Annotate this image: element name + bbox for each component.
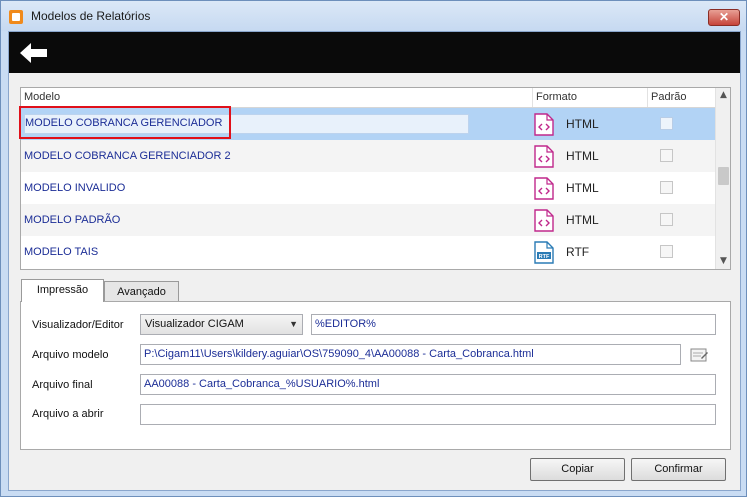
model-name-cell[interactable]: MODELO PADRÃO: [24, 204, 120, 236]
column-header-formato[interactable]: Formato: [533, 88, 648, 107]
html-file-icon: [534, 209, 554, 232]
grid-scrollbar[interactable]: ▲ ▼: [715, 88, 730, 269]
viewer-select-value: Visualizador CIGAM: [145, 318, 244, 330]
open-file-field[interactable]: [140, 404, 716, 425]
column-header-padrao[interactable]: Padrão: [648, 88, 715, 107]
tab-impressao[interactable]: Impressão: [21, 279, 104, 302]
format-cell: HTML: [566, 117, 599, 131]
table-row[interactable]: MODELO INVALIDO HTML: [21, 172, 715, 204]
app-icon: [9, 10, 23, 24]
viewer-select[interactable]: Visualizador CIGAM ▼: [140, 314, 303, 335]
rtf-file-icon: RTF: [534, 241, 554, 264]
column-header-modelo[interactable]: Modelo: [21, 88, 533, 107]
chevron-down-icon: ▼: [289, 319, 298, 329]
highlight-box: [19, 106, 231, 139]
viewer-param-field[interactable]: %EDITOR%: [311, 314, 716, 335]
title-bar[interactable]: Modelos de Relatórios ✕: [1, 1, 746, 31]
browse-file-icon[interactable]: [689, 346, 709, 364]
confirm-button[interactable]: Confirmar: [631, 458, 726, 481]
model-file-label: Arquivo modelo: [32, 349, 109, 361]
model-name-cell[interactable]: MODELO COBRANCA GERENCIADOR 2: [24, 140, 231, 172]
html-file-icon: [534, 145, 554, 168]
table-row[interactable]: MODELO PADRÃO HTML: [21, 204, 715, 236]
model-file-field[interactable]: P:\Cigam11\Users\kildery.aguiar\OS\75909…: [140, 344, 681, 365]
print-settings-panel: Visualizador/Editor Visualizador CIGAM ▼…: [20, 301, 731, 450]
dialog-window: Modelos de Relatórios ✕ Modelo Formato P…: [0, 0, 747, 497]
back-arrow-icon[interactable]: [17, 40, 51, 66]
default-checkbox[interactable]: [660, 213, 673, 226]
model-name-cell[interactable]: MODELO INVALIDO: [24, 172, 125, 204]
default-checkbox[interactable]: [660, 245, 673, 258]
rtf-badge-text: RTF: [539, 254, 550, 260]
grid-header: Modelo Formato Padrão: [21, 88, 715, 108]
table-row[interactable]: MODELO COBRANCA GERENCIADOR 2 HTML: [21, 140, 715, 172]
format-cell: HTML: [566, 149, 599, 163]
viewer-label: Visualizador/Editor: [32, 319, 124, 331]
scroll-thumb[interactable]: [718, 167, 729, 185]
html-file-icon: [534, 113, 554, 136]
scroll-down-icon[interactable]: ▼: [716, 254, 730, 269]
format-cell: RTF: [566, 245, 590, 259]
html-file-icon: [534, 177, 554, 200]
default-checkbox[interactable]: [660, 117, 673, 130]
final-file-label: Arquivo final: [32, 379, 93, 391]
format-cell: HTML: [566, 181, 599, 195]
model-name-cell[interactable]: MODELO TAIS: [24, 236, 98, 268]
dialog-client: Modelo Formato Padrão MODELO COBRANCA GE…: [8, 31, 741, 491]
default-checkbox[interactable]: [660, 149, 673, 162]
final-file-field[interactable]: AA00088 - Carta_Cobranca_%USUARIO%.html: [140, 374, 716, 395]
close-button[interactable]: ✕: [708, 9, 740, 26]
format-cell: HTML: [566, 213, 599, 227]
toolbar: [9, 32, 740, 73]
window-title: Modelos de Relatórios: [31, 9, 151, 23]
scroll-up-icon[interactable]: ▲: [716, 88, 730, 103]
table-row[interactable]: MODELO TAIS RTF RTF: [21, 236, 715, 268]
copy-button[interactable]: Copiar: [530, 458, 625, 481]
default-checkbox[interactable]: [660, 181, 673, 194]
tab-avancado[interactable]: Avançado: [104, 281, 179, 302]
open-file-label: Arquivo a abrir: [32, 408, 104, 420]
